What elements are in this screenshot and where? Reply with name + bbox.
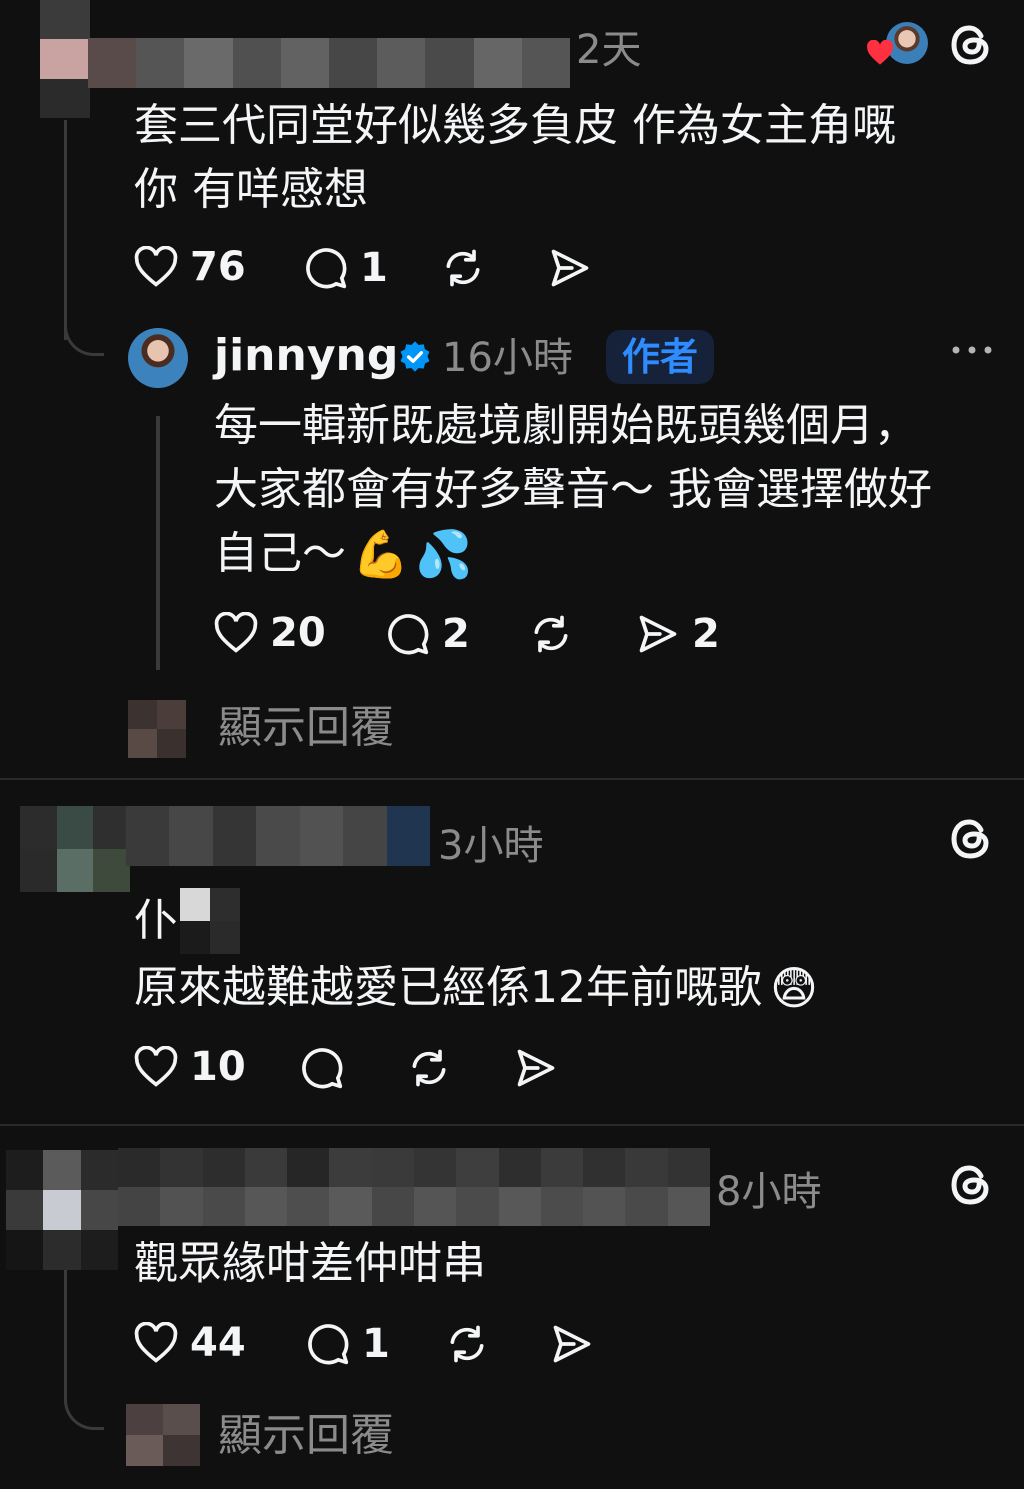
heart-icon	[134, 246, 178, 287]
send-icon	[639, 615, 677, 653]
comment-divider	[0, 778, 1024, 780]
author-liked-indicator	[866, 22, 930, 68]
more-icon	[952, 346, 992, 354]
reply-count: 1	[362, 1321, 390, 1367]
author-badge: 作者	[606, 330, 715, 384]
thread-connector-curve	[64, 1380, 104, 1430]
threads-logo-icon[interactable]	[948, 1162, 994, 1208]
threads-comments-page: 2天 套三代同堂好似幾多負皮 作為女主角嘅 你 有咩感想 76 1 jinnyn…	[0, 0, 1024, 1489]
share-button[interactable]	[550, 1322, 594, 1366]
reply-thread-line	[156, 416, 160, 670]
censored-username-2	[126, 806, 430, 866]
repost-button[interactable]	[444, 1322, 490, 1366]
comment-text: 觀眾緣咁差仲咁串	[134, 1238, 486, 1289]
like-count: 20	[270, 610, 326, 656]
share-button[interactable]: 2	[636, 612, 720, 656]
heart-filled-icon	[867, 40, 893, 65]
author-avatar[interactable]	[128, 328, 188, 388]
like-count: 44	[190, 1320, 246, 1366]
censored-replier-avatar	[126, 1404, 200, 1466]
sweat-droplets-emoji: 💦	[415, 527, 473, 581]
censored-avatar-1	[40, 0, 90, 118]
like-button[interactable]: 10	[134, 1046, 246, 1088]
comment-icon	[308, 1324, 349, 1365]
more-options-button[interactable]	[950, 342, 994, 356]
send-icon	[517, 1049, 555, 1087]
repost-icon	[446, 249, 480, 287]
share-button[interactable]	[514, 1046, 558, 1090]
like-button[interactable]: 44	[134, 1322, 246, 1364]
reply-time: 16小時	[442, 335, 573, 381]
comment-text: 仆 原來越難越愛已經係12年前嘅歌 😨	[134, 888, 994, 1020]
threads-logo-icon[interactable]	[948, 22, 994, 68]
comment-time: 2天	[576, 27, 642, 73]
comment-icon	[302, 1048, 343, 1089]
reply-count: 2	[442, 611, 470, 657]
reply-count: 1	[360, 245, 388, 291]
comment-divider	[0, 1124, 1024, 1126]
comment-time: 3小時	[438, 823, 544, 869]
censored-avatar-2	[20, 806, 130, 892]
repost-icon	[450, 1325, 484, 1363]
comment-text: 套三代同堂好似幾多負皮 作為女主角嘅 你 有咩感想	[134, 100, 896, 215]
repost-icon	[412, 1049, 446, 1087]
reply-text: 每一輯新既處境劇開始既頭幾個月， 大家都會有好多聲音～ 我會選擇做好 自己～ 💪…	[214, 394, 1004, 586]
heart-icon	[134, 1322, 178, 1363]
reply-button[interactable]: 1	[304, 246, 388, 290]
comment-icon	[388, 614, 429, 655]
send-icon	[553, 1325, 591, 1363]
share-button[interactable]	[548, 246, 592, 290]
repost-icon	[534, 615, 568, 653]
like-count: 76	[190, 244, 246, 290]
share-count: 2	[692, 611, 720, 657]
like-button[interactable]: 20	[214, 612, 326, 654]
comment-icon	[306, 248, 347, 289]
show-replies-link[interactable]: 顯示回覆	[218, 1414, 394, 1458]
heart-icon	[214, 612, 258, 653]
like-count: 10	[190, 1044, 246, 1090]
like-button[interactable]: 76	[134, 246, 246, 288]
censored-replier-avatar	[128, 700, 186, 758]
author-username[interactable]: jinnyng	[214, 334, 398, 378]
show-replies-link[interactable]: 顯示回覆	[218, 706, 394, 750]
reply-button[interactable]	[300, 1046, 344, 1090]
reply-button[interactable]: 1	[306, 1322, 390, 1366]
repost-button[interactable]	[440, 246, 486, 290]
send-icon	[551, 249, 589, 287]
reply-button[interactable]: 2	[386, 612, 470, 656]
threads-logo-icon[interactable]	[948, 816, 994, 862]
flexed-biceps-emoji: 💪	[352, 527, 410, 581]
verified-badge-icon	[400, 341, 430, 372]
comment-time: 8小時	[716, 1169, 822, 1215]
repost-button[interactable]	[406, 1046, 452, 1090]
censored-text	[180, 888, 240, 954]
fearful-face-emoji: 😨	[770, 961, 818, 1015]
censored-avatar-3	[6, 1150, 118, 1270]
censored-username-3	[118, 1148, 710, 1226]
repost-button[interactable]	[528, 612, 574, 656]
censored-username-1	[88, 38, 570, 88]
heart-icon	[134, 1046, 178, 1087]
thread-connector-curve	[64, 306, 104, 356]
